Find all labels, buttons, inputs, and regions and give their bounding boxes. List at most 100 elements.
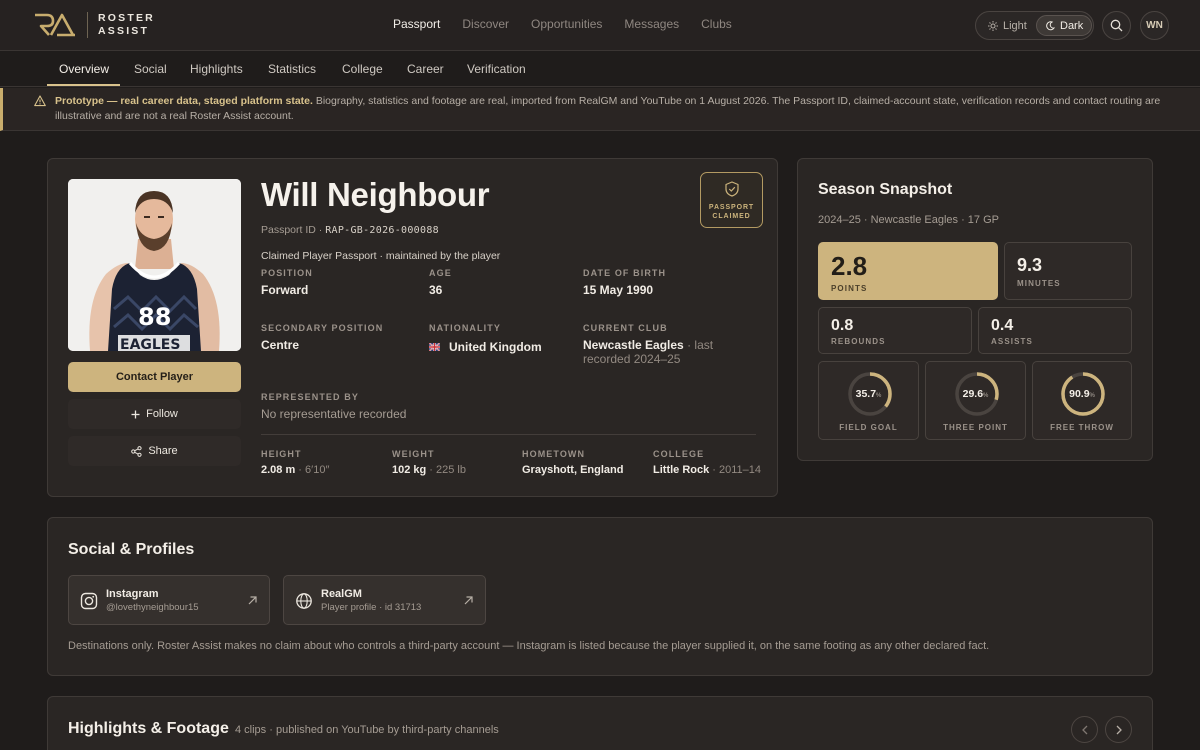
college-value: Little Rock · 2011–14 (653, 464, 762, 476)
badge-line2: CLAIMED (712, 213, 751, 220)
points-value: 2.8 (831, 251, 868, 281)
age-label: AGE (429, 268, 452, 278)
field-goal-value: 35.7% (855, 388, 882, 400)
tab-social[interactable]: Social (134, 62, 167, 76)
arrow-up-right-icon (248, 596, 257, 605)
height-value: 2.08 m · 6′10″ (261, 464, 330, 476)
current-club-value: Newcastle Eagles · last recorded 2024–25 (583, 338, 758, 366)
tab-overview[interactable]: Overview (59, 62, 109, 76)
theme-light-option[interactable]: Light (980, 15, 1035, 36)
player-photo-image: 88 EAGLES (68, 179, 241, 351)
search-button[interactable] (1102, 11, 1131, 40)
plus-icon (131, 410, 140, 418)
weight-value: 102 kg · 225 lb (392, 464, 466, 476)
three-point-value: 29.6% (962, 388, 989, 400)
nav-messages[interactable]: Messages (624, 17, 679, 31)
three-point-ring: 29.6% THREE POINT (925, 361, 1026, 440)
tab-career[interactable]: Career (407, 62, 444, 76)
share-label: Share (148, 445, 178, 457)
realgm-link[interactable]: RealGM Player profile · id 31713 (283, 575, 486, 625)
tab-highlights[interactable]: Highlights (190, 62, 243, 76)
secondary-position-value: Centre (261, 338, 300, 352)
realgm-subtitle: Player profile · id 31713 (321, 602, 422, 613)
profile-divider (261, 434, 756, 435)
dob-value: 15 May 1990 (583, 283, 654, 297)
active-tab-indicator (47, 84, 120, 86)
nationality-text: United Kingdom (449, 340, 542, 354)
club-name[interactable]: Newcastle Eagles (583, 338, 684, 352)
chevron-right-icon (1116, 725, 1122, 734)
contact-player-button[interactable]: Contact Player (68, 362, 241, 392)
social-title: Social & Profiles (68, 541, 195, 558)
theme-dark-option[interactable]: Dark (1036, 15, 1093, 36)
position-value: Forward (261, 283, 309, 297)
player-photo: 88 EAGLES (68, 179, 241, 351)
user-avatar[interactable]: WN (1140, 11, 1169, 40)
roster-assist-logo-icon (35, 13, 75, 37)
weight-label: WEIGHT (392, 449, 435, 459)
tab-statistics[interactable]: Statistics (268, 62, 316, 76)
share-button[interactable]: Share (68, 436, 241, 466)
chevron-left-icon (1081, 725, 1087, 734)
highlights-prev-button[interactable] (1071, 716, 1098, 743)
svg-text:EAGLES: EAGLES (120, 337, 180, 351)
secondary-position-label: SECONDARY POSITION (261, 323, 384, 333)
instagram-icon (80, 592, 98, 610)
banner-text: Prototype — real career data, staged pla… (55, 94, 1180, 124)
prototype-banner: Prototype — real career data, staged pla… (0, 88, 1200, 131)
assists-label: ASSISTS (991, 337, 1033, 346)
sun-icon (988, 20, 998, 31)
rebounds-value: 0.8 (831, 317, 854, 334)
nationality-label: NATIONALITY (429, 323, 501, 333)
banner-strong: Prototype — real career data, staged pla… (55, 95, 313, 107)
passport-id-label: Passport ID · (261, 224, 326, 236)
uk-flag-icon (429, 342, 440, 351)
claimed-status-line: Claimed Player Passport · maintained by … (261, 250, 501, 262)
nav-passport[interactable]: Passport (393, 17, 440, 31)
minutes-stat: 9.3 MINUTES (1004, 242, 1132, 300)
college-label: COLLEGE (653, 449, 705, 459)
brand-logo[interactable]: ROSTER ASSIST (33, 12, 155, 38)
age-value: 36 (429, 283, 443, 297)
nationality-value: United Kingdom (429, 340, 542, 354)
field-goal-label: FIELD GOAL (839, 423, 898, 432)
tab-college[interactable]: College (342, 62, 383, 76)
points-stat: 2.8 POINTS (818, 242, 998, 300)
nav-opportunities[interactable]: Opportunities (531, 17, 602, 31)
dob-label: DATE OF BIRTH (583, 268, 667, 278)
instagram-link[interactable]: Instagram @lovethyneighbour15 (68, 575, 270, 625)
passport-id-value: RAP-GB-2026-000088 (325, 225, 439, 236)
badge-line1: PASSPORT (708, 204, 755, 211)
club-note-1: · last (683, 338, 714, 352)
follow-label: Follow (146, 408, 178, 420)
three-point-label: THREE POINT (943, 423, 1008, 432)
realgm-title: RealGM (321, 588, 362, 600)
instagram-title: Instagram (106, 588, 159, 600)
warning-icon (34, 95, 46, 107)
nav-clubs[interactable]: Clubs (701, 17, 732, 31)
free-throw-ring: 90.9% FREE THROW (1032, 361, 1132, 440)
highlights-title: Highlights & Footage (68, 720, 229, 737)
theme-toggle: Light Dark (975, 11, 1094, 40)
free-throw-label: FREE THROW (1050, 423, 1114, 432)
logo-divider (87, 12, 88, 38)
nav-discover[interactable]: Discover (462, 17, 509, 31)
social-disclaimer: Destinations only. Roster Assist makes n… (68, 640, 990, 652)
top-bar: ROSTER ASSIST Passport Discover Opportun… (0, 0, 1200, 51)
field-goal-ring: 35.7% FIELD GOAL (818, 361, 919, 440)
rebounds-label: REBOUNDS (831, 337, 886, 346)
instagram-handle: @lovethyneighbour15 (106, 602, 199, 613)
tab-verification[interactable]: Verification (467, 62, 526, 76)
highlights-next-button[interactable] (1105, 716, 1132, 743)
follow-button[interactable]: Follow (68, 399, 241, 429)
snapshot-title: Season Snapshot (818, 181, 953, 198)
passport-claimed-badge: PASSPORT CLAIMED (700, 172, 763, 228)
minutes-value: 9.3 (1017, 255, 1043, 275)
club-note-2: recorded 2024–25 (583, 352, 681, 366)
profile-tabs: Overview Social Highlights Statistics Co… (0, 51, 1200, 87)
rebounds-stat: 0.8 REBOUNDS (818, 307, 972, 354)
moon-icon (1046, 20, 1055, 30)
highlights-subtitle: 4 clips · published on YouTube by third-… (235, 724, 499, 736)
represented-by-value: No representative recorded (261, 407, 407, 421)
position-label: POSITION (261, 268, 313, 278)
